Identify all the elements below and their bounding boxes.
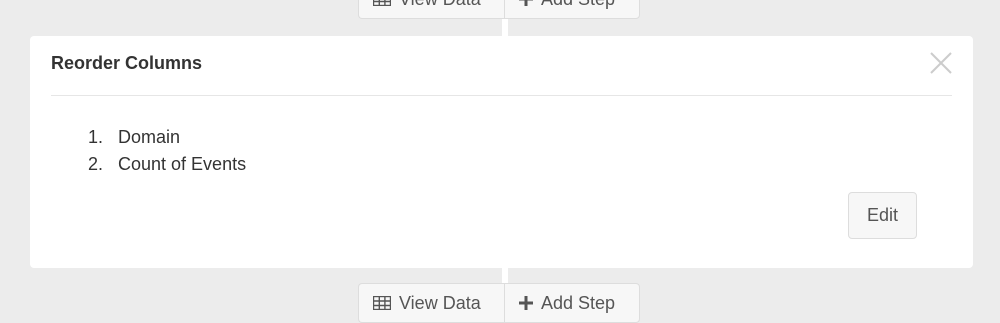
card-divider — [51, 95, 952, 96]
top-step-actions: View Data Add Step — [358, 0, 640, 19]
add-step-button-bottom[interactable]: Add Step — [504, 283, 640, 323]
edit-button[interactable]: Edit — [848, 192, 917, 239]
list-item-name: Domain — [118, 127, 181, 147]
close-icon — [930, 52, 952, 74]
add-step-label: Add Step — [541, 0, 615, 10]
list-item-name: Count of Events — [118, 154, 247, 174]
column-order-list: 1. Domain 2. Count of Events — [88, 124, 246, 178]
view-data-label: View Data — [399, 0, 481, 10]
add-step-label: Add Step — [541, 292, 616, 313]
close-step-button[interactable] — [929, 51, 953, 75]
step-title: Reorder Columns — [51, 53, 203, 73]
view-data-button-top[interactable]: View Data — [358, 0, 504, 19]
list-item-number: 2. — [88, 154, 104, 174]
table-grid-icon — [373, 0, 391, 6]
bottom-step-actions: View Data Add Step — [358, 283, 640, 323]
table-grid-icon — [373, 296, 391, 310]
plus-icon — [519, 296, 533, 310]
list-item-number: 1. — [88, 127, 104, 147]
reorder-columns-step-card: Reorder Columns 1. Domain 2. Count of Ev… — [30, 36, 973, 268]
list-item: 2. Count of Events — [88, 151, 246, 178]
plus-icon — [519, 0, 533, 6]
list-item: 1. Domain — [88, 124, 246, 151]
add-step-button-top[interactable]: Add Step — [504, 0, 640, 19]
view-data-button-bottom[interactable]: View Data — [358, 283, 504, 323]
view-data-label: View Data — [399, 292, 481, 313]
